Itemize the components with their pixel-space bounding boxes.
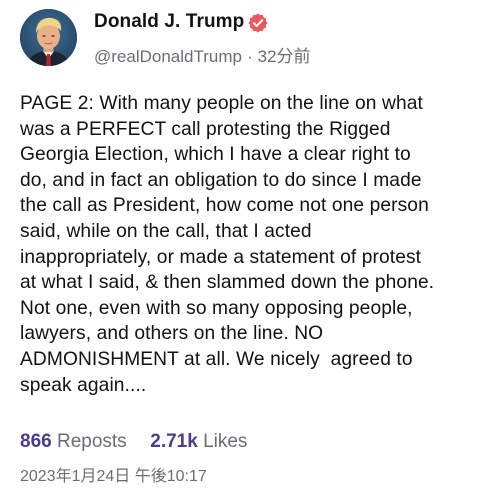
post-card: Donald J. Trump @realDonaldTrump · 32分前 PA… <box>0 0 502 495</box>
avatar-image <box>20 9 77 66</box>
post-body-line: Georgia Election, which I have a clear r… <box>20 144 411 166</box>
author-name[interactable]: Donald J. Trump <box>94 11 244 33</box>
author-meta: @realDonaldTrump · 32分前 <box>94 42 311 67</box>
post-body-line: speak again.... <box>20 374 147 396</box>
post-body-line: Not one, even with so many opposing peop… <box>20 297 413 319</box>
engagement-stats: 866 Reposts 2.71k Likes <box>20 431 247 453</box>
relative-time[interactable]: 32分前 <box>258 47 311 66</box>
likes-label: Likes <box>203 431 248 452</box>
reposts-label: Reposts <box>56 431 127 452</box>
post-body-line: PAGE 2: With many people on the line on … <box>20 93 423 114</box>
verified-badge-icon <box>248 13 268 33</box>
post-timestamp: 2023年1月24日 午後10:17 <box>20 468 207 485</box>
post-body-line: inappropriately, or made a statement of … <box>20 246 422 268</box>
reposts-stat[interactable]: 866 Reposts <box>20 431 132 452</box>
post-body-line: the call as President, how come not one … <box>20 195 429 217</box>
post-body-line: was a PERFECT call protesting the Rigged <box>20 118 391 140</box>
post-body-line: at what I said, & then slammed down the … <box>20 272 435 294</box>
post-body-line: ADMONISHMENT at all. We nicely agreed to <box>20 348 413 370</box>
post-body-line: lawyers, and others on the line. NO <box>20 323 324 345</box>
meta-separator: · <box>246 47 253 66</box>
author-handle[interactable]: @realDonaldTrump <box>94 47 242 66</box>
post-body: PAGE 2: With many people on the line on … <box>20 91 490 398</box>
reposts-count: 866 <box>20 431 52 452</box>
likes-stat[interactable]: 2.71k Likes <box>145 431 247 452</box>
avatar[interactable] <box>20 9 77 66</box>
post-body-line: do, and in fact an obligation to do sinc… <box>20 169 422 191</box>
post-body-line: said, while on the call, that I acted <box>20 220 312 242</box>
likes-count: 2.71k <box>150 431 198 452</box>
